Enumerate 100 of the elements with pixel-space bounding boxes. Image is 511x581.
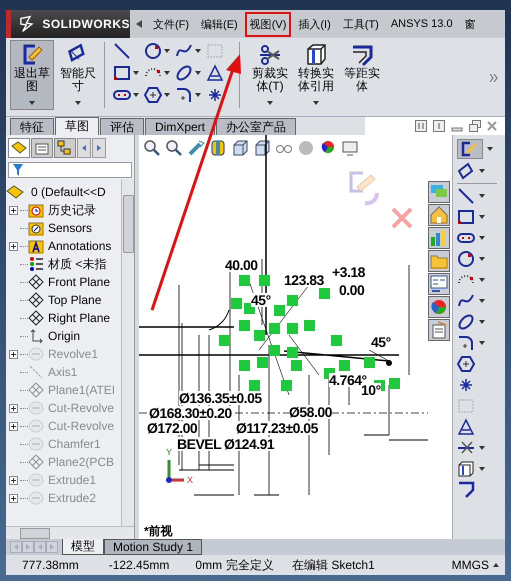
circle-tool-icon[interactable] [144,42,162,60]
menu-item[interactable]: ANSYS 13.0 [386,13,458,35]
menu-item[interactable]: 文件(F) [148,12,194,36]
expand-icon[interactable] [8,404,18,412]
close-icon[interactable] [487,121,497,131]
exit-sketch-icon[interactable] [457,139,483,159]
tree-item[interactable]: Sensors [48,221,92,235]
dimension-label[interactable]: Ø136.35±0.05 [179,391,262,405]
caret-icon[interactable] [479,278,485,282]
tab[interactable]: 模型 [62,539,104,555]
expand-icon[interactable] [8,476,18,484]
scroll-left-icon[interactable] [136,20,142,28]
expand-icon[interactable] [8,350,18,358]
line-tool-icon[interactable] [457,187,475,205]
dimension-label[interactable]: 0.00 [339,283,364,297]
scrollbar[interactable] [6,526,134,539]
rect-tool-icon[interactable] [113,64,131,82]
caret-icon[interactable] [479,467,485,471]
menu-item[interactable]: 视图(V) [244,12,292,36]
point-tool-icon[interactable] [457,376,475,394]
part-icon[interactable] [8,138,30,158]
tree-item[interactable]: 材质 <未指 [48,256,106,272]
fillet-tool-icon[interactable] [457,334,475,352]
view-palette-icon[interactable] [428,273,450,295]
dimension-icon[interactable] [457,162,475,180]
caret-icon[interactable] [479,194,485,198]
trim-button[interactable]: 剪裁实体(T) [248,40,292,110]
expand-icon[interactable] [8,494,18,502]
clipboard-icon[interactable] [428,319,450,341]
tab[interactable]: 草图 [55,117,99,135]
tree-item[interactable]: Annotations [48,239,112,253]
display-style-icon[interactable] [253,139,271,157]
offset-button[interactable]: 等距实体 [340,40,384,110]
caret-icon[interactable] [195,71,201,75]
caret-icon[interactable] [164,71,170,75]
dimension-label[interactable]: 4.764° [329,373,367,387]
dimension-label[interactable]: 123.83 [284,273,324,287]
dimension-label[interactable]: Ø124.91 [224,437,274,451]
ellipse-tool-icon[interactable] [457,313,475,331]
dimension-label[interactable]: 10° [361,383,381,397]
dimension-label[interactable]: Ø58.00 [289,405,332,419]
caret-icon[interactable] [133,71,139,75]
tab[interactable]: 办公室产品 [216,118,296,135]
dimension-label[interactable]: Ø117.23±0.05 [236,421,318,435]
caret-icon[interactable] [487,147,493,151]
tree-item[interactable]: 0 (Default<<D [31,185,106,199]
appearance-icon[interactable] [428,296,450,318]
scroll-right-icon[interactable] [92,138,106,158]
caret-icon[interactable] [164,93,170,97]
expand-icon[interactable] [8,206,18,214]
menu-item[interactable]: 编辑(E) [196,12,243,36]
tree-item[interactable]: Top Plane [48,293,102,307]
folder-icon[interactable] [428,250,450,272]
section-icon[interactable] [209,139,227,157]
caret-icon[interactable] [479,236,485,240]
dimension-button[interactable]: 智能尺寸 [56,40,100,110]
dimension-label[interactable]: 40.00 [225,258,258,272]
menu-item[interactable]: 窗 [460,12,481,36]
zoom-icon[interactable] [143,139,161,157]
tree-item[interactable]: Right Plane [48,311,110,325]
fillet-tool-icon[interactable] [175,86,193,104]
expand-icon[interactable] [8,242,18,250]
app-logo[interactable]: SOLIDWORKS [6,10,130,38]
previous-view-icon[interactable] [187,139,205,157]
scrollbar[interactable] [121,179,134,526]
chart-icon[interactable] [428,227,450,249]
scroll-left-icon[interactable] [77,138,91,158]
caret-icon[interactable] [479,320,485,324]
caret-icon[interactable] [479,341,485,345]
text-tool-icon[interactable] [206,64,224,82]
view-orientation-icon[interactable] [231,139,249,157]
caret-icon[interactable] [479,257,485,261]
more-icon[interactable] [489,74,499,82]
caret-icon[interactable] [479,299,485,303]
dimension-label[interactable]: Ø172.00 [147,421,198,435]
caret-up-icon[interactable] [493,563,499,567]
menu-item[interactable]: 插入(I) [293,12,336,36]
chat-icon[interactable] [428,181,450,203]
home-icon[interactable] [428,204,450,226]
property-icon[interactable] [31,138,53,158]
exit-button[interactable]: 退出草图 [10,40,54,110]
tile-icon[interactable] [415,120,427,132]
convert-button[interactable]: 转换实体引用 [294,40,338,110]
menu-item[interactable]: 工具(T) [338,12,384,36]
config-icon[interactable] [54,138,76,158]
caret-icon[interactable] [479,215,485,219]
monitor-icon[interactable] [341,139,359,157]
zoom-area-icon[interactable] [165,139,183,157]
tab[interactable]: 评估 [100,118,144,135]
caret-icon[interactable] [479,169,485,173]
line-tool-icon[interactable] [113,42,131,60]
tree-item[interactable]: Front Plane [48,275,110,289]
caret-icon[interactable] [479,446,485,450]
polygon-tool-icon[interactable] [144,86,162,104]
rect-tool-icon[interactable] [457,208,475,226]
tree-item[interactable]: Origin [48,329,80,343]
caret-icon[interactable] [195,93,201,97]
offset-tool-icon[interactable] [457,481,475,499]
dimension-label[interactable]: Ø168.30±0.20 [149,406,232,420]
point-tool-icon[interactable] [206,86,224,104]
